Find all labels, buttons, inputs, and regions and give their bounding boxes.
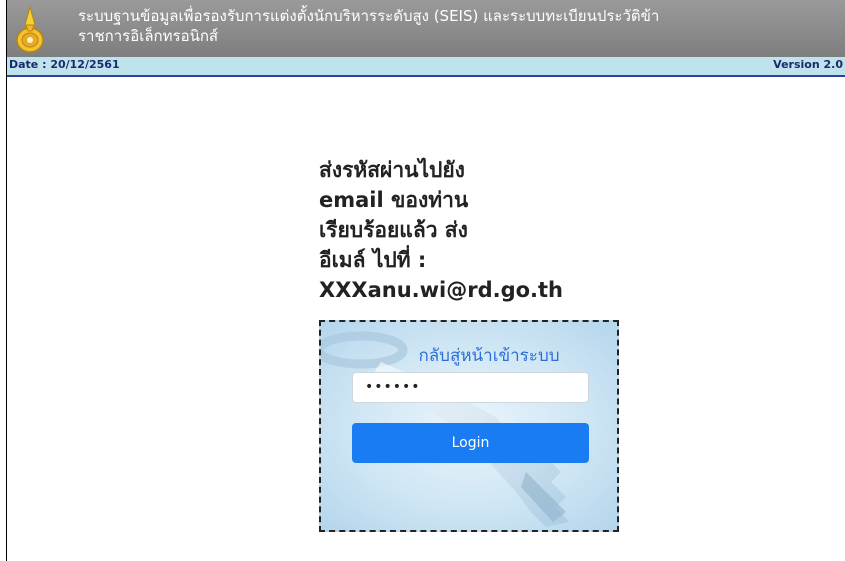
version-label: Version 2.0 (773, 58, 843, 71)
message-email: XXXanu.wi@rd.go.th (319, 278, 564, 302)
login-panel: กลับสู่หน้าเข้าระบบ •••••• Login (319, 320, 619, 532)
message-line: เรียบร้อยแล้ว ส่ง (319, 218, 468, 242)
back-to-login-link[interactable]: กลับสู่หน้าเข้าระบบ (321, 342, 617, 369)
message-line: อีเมล์ ไปที่ : (319, 248, 427, 272)
header-title-line2: ราชการอิเล็กทรอนิกส์ (78, 27, 219, 45)
date-label: Date : 20/12/2561 (9, 58, 120, 71)
login-button[interactable]: Login (352, 423, 589, 463)
page: ระบบฐานข้อมูลเพื่อรองรับการแต่งตั้งนักบร… (0, 0, 845, 561)
government-seal-icon (16, 5, 44, 53)
header-title: ระบบฐานข้อมูลเพื่อรองรับการแต่งตั้งนักบร… (78, 6, 778, 46)
info-bar: Date : 20/12/2561 Version 2.0 (7, 57, 845, 77)
header-title-line1: ระบบฐานข้อมูลเพื่อรองรับการแต่งตั้งนักบร… (78, 7, 660, 25)
password-value: •••••• (365, 379, 421, 395)
header-banner: ระบบฐานข้อมูลเพื่อรองรับการแต่งตั้งนักบร… (7, 0, 845, 57)
password-field[interactable]: •••••• (352, 372, 589, 403)
confirmation-message: ส่งรหัสผ่านไปยัง email ของท่าน เรียบร้อย… (319, 155, 639, 305)
message-line: ส่งรหัสผ่านไปยัง (319, 158, 465, 182)
left-border (6, 0, 7, 561)
message-line: email ของท่าน (319, 188, 469, 212)
